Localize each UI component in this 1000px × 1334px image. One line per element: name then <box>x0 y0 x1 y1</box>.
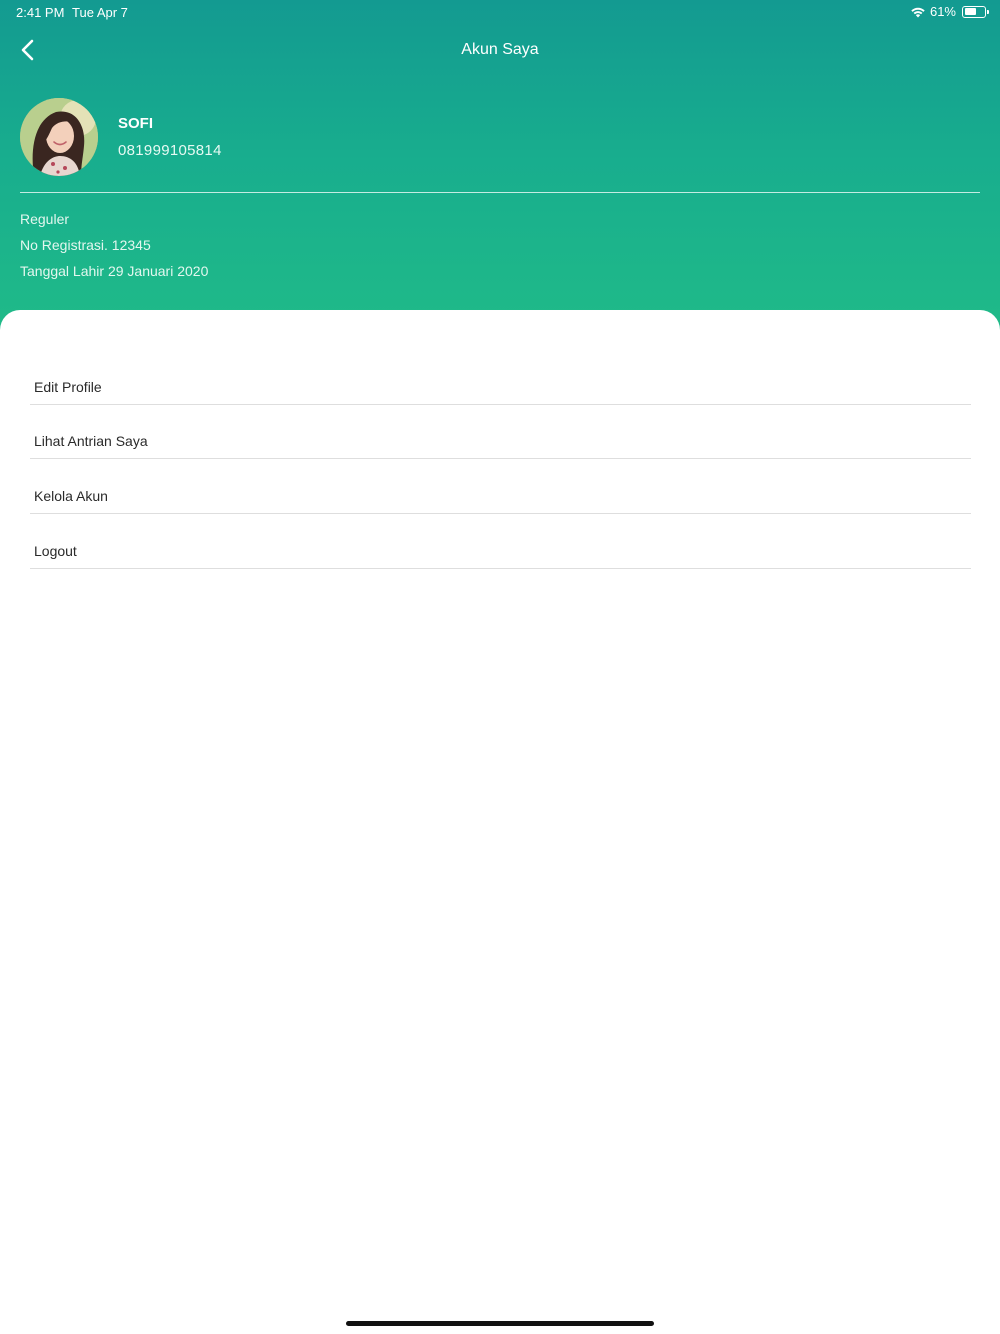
wifi-icon <box>910 6 926 18</box>
profile-header: 2:41 PM Tue Apr 7 61% Akun Saya SOFI 081… <box>0 0 1000 340</box>
status-bar: 2:41 PM Tue Apr 7 61% <box>0 0 1000 24</box>
battery-percentage: 61% <box>929 4 956 19</box>
page-title: Akun Saya <box>461 41 539 58</box>
member-type: Reguler <box>20 211 70 227</box>
battery-fill <box>964 8 976 15</box>
user-avatar-photo <box>20 98 98 176</box>
battery-icon <box>962 5 989 18</box>
menu-item-view-queue[interactable]: Lihat Antrian Saya <box>30 405 971 460</box>
account-menu-card: Edit Profile Lihat Antrian Saya Kelola A… <box>0 310 1000 1334</box>
status-time: 2:41 PM <box>16 5 65 20</box>
birth-date: Tanggal Lahir 29 Januari 2020 <box>20 263 209 279</box>
menu-item-label: Kelola Akun <box>34 488 108 505</box>
navigation-bar: Akun Saya <box>0 28 1000 72</box>
menu-item-label: Logout <box>34 542 77 559</box>
menu-item-label: Lihat Antrian Saya <box>34 433 148 450</box>
menu-item-logout[interactable]: Logout <box>30 514 971 569</box>
home-indicator[interactable] <box>346 1321 654 1326</box>
account-menu: Edit Profile Lihat Antrian Saya Kelola A… <box>30 350 971 569</box>
registration-number: No Registrasi. 12345 <box>20 237 151 253</box>
status-date: Tue Apr 7 <box>72 5 128 20</box>
menu-item-manage-account[interactable]: Kelola Akun <box>30 459 971 515</box>
user-phone: 081999105814 <box>118 142 222 159</box>
menu-item-label: Edit Profile <box>34 378 102 395</box>
account-screen: 2:41 PM Tue Apr 7 61% Akun Saya SOFI 081… <box>0 0 1000 1334</box>
user-name: SOFI <box>118 115 154 132</box>
header-divider <box>20 192 980 193</box>
menu-item-edit-profile[interactable]: Edit Profile <box>30 350 971 405</box>
status-indicators: 61% <box>910 4 989 19</box>
avatar <box>20 98 98 176</box>
